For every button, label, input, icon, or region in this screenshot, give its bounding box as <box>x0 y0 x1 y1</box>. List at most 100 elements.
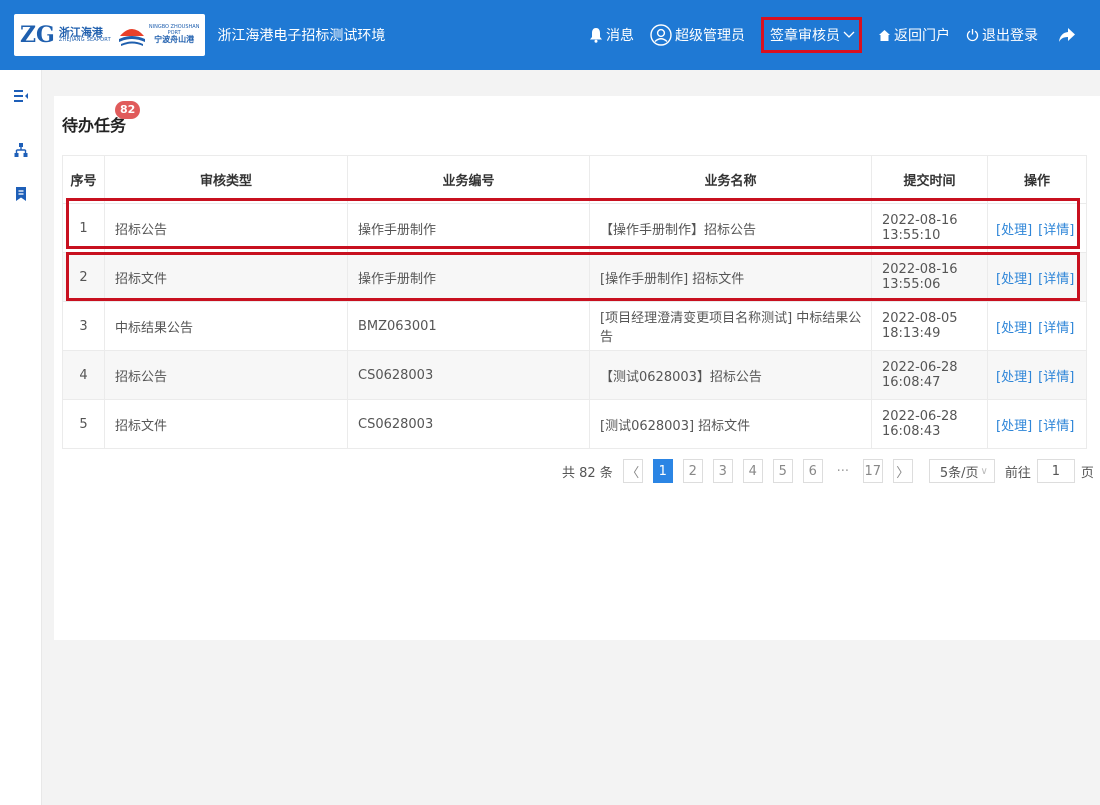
cell-actions: [处理] [详情] <box>987 350 1087 400</box>
admin-label: 超级管理员 <box>675 28 745 44</box>
menu-collapse-icon[interactable] <box>13 88 29 104</box>
page-button-6[interactable]: 6 <box>802 459 823 483</box>
cell-code: 操作手册制作 <box>347 203 590 253</box>
detail-link[interactable]: [详情] <box>1038 419 1074 434</box>
portal-link[interactable]: 返回门户 <box>878 25 950 45</box>
header-nav: 消息 超级管理员 签章审核员 返回门户 退出登录 <box>589 0 1100 70</box>
page-button-17[interactable]: 17 <box>862 459 883 483</box>
power-icon <box>966 29 979 42</box>
todo-table: 序号 审核类型 业务编号 业务名称 提交时间 操作 1 招标公告 操作手册制作 … <box>62 155 1087 449</box>
admin-link[interactable]: 超级管理员 <box>650 24 745 46</box>
table-header-row: 序号 审核类型 业务编号 业务名称 提交时间 操作 <box>62 155 1087 204</box>
cell-actions: [处理] [详情] <box>987 301 1087 351</box>
col-header-index[interactable]: 序号 <box>62 155 105 204</box>
page-size-select[interactable]: 5条/页 ∨ <box>928 459 995 483</box>
sidebar <box>0 70 42 805</box>
cell-name: [操作手册制作] 招标文件 <box>589 252 872 302</box>
page-button-3[interactable]: 3 <box>712 459 733 483</box>
portal-label: 返回门户 <box>894 28 950 44</box>
role-label: 签章审核员 <box>770 28 840 44</box>
col-header-code[interactable]: 业务编号 <box>347 155 590 204</box>
page-button-2[interactable]: 2 <box>682 459 703 483</box>
table-row: 5 招标文件 CS0628003 [测试0628003] 招标文件 2022-0… <box>62 399 1087 449</box>
logout-label: 退出登录 <box>982 28 1038 44</box>
home-icon <box>879 29 890 41</box>
ningbo-logo-icon <box>118 29 145 46</box>
cell-index: 2 <box>62 252 105 302</box>
next-page-button[interactable]: 〉 <box>892 459 913 483</box>
app-title: 浙江海港电子招标测试环境 <box>217 28 386 44</box>
page-button-4[interactable]: 4 <box>742 459 763 483</box>
detail-link[interactable]: [详情] <box>1038 370 1074 385</box>
handle-link[interactable]: [处理] <box>996 321 1032 336</box>
cell-index: 3 <box>62 301 105 351</box>
cell-code: BMZ063001 <box>347 301 590 351</box>
cell-actions: [处理] [详情] <box>987 252 1087 302</box>
chevron-down-icon: ∨ <box>980 465 988 477</box>
cell-type: 招标文件 <box>104 252 348 302</box>
cell-type: 招标公告 <box>104 203 348 253</box>
cell-index: 5 <box>62 399 105 449</box>
col-header-time[interactable]: 提交时间 <box>871 155 988 204</box>
user-circle-icon <box>650 24 672 46</box>
col-header-type[interactable]: 审核类型 <box>104 155 348 204</box>
ningbo-port-logo: NINGBO ZHOUSHAN PORT 宁波舟山港 <box>117 20 199 50</box>
page-button-5[interactable]: 5 <box>772 459 793 483</box>
page-jump: 前往 页 <box>1005 459 1094 483</box>
page-button-1[interactable]: 1 <box>652 459 673 483</box>
goto-page-input[interactable] <box>1036 459 1075 483</box>
col-header-name[interactable]: 业务名称 <box>589 155 872 204</box>
cell-time: 2022-06-28 16:08:43 <box>871 399 988 449</box>
cell-actions: [处理] [详情] <box>987 203 1087 253</box>
cell-type: 招标公告 <box>104 350 348 400</box>
role-dropdown[interactable]: 签章审核员 <box>761 17 862 53</box>
pagination-ellipsis[interactable]: ··· <box>832 459 853 483</box>
handle-link[interactable]: [处理] <box>996 419 1032 434</box>
cell-code: CS0628003 <box>347 399 590 449</box>
handle-link[interactable]: [处理] <box>996 370 1032 385</box>
cell-name: [测试0628003] 招标文件 <box>589 399 872 449</box>
zhejiang-logo-en: ZHEJIANG SEAPORT <box>58 37 111 44</box>
cell-name: [项目经理澄清变更项目名称测试] 中标结果公告 <box>589 301 872 351</box>
cell-type: 中标结果公告 <box>104 301 348 351</box>
cell-name: 【测试0628003】招标公告 <box>589 350 872 400</box>
share-icon[interactable] <box>1058 27 1076 43</box>
goto-prefix: 前往 <box>1004 465 1031 481</box>
cell-time: 2022-08-05 18:13:49 <box>871 301 988 351</box>
zhejiang-seaport-logo: ZG 浙江海港 ZHEJIANG SEAPORT <box>20 24 111 46</box>
count-badge: 82 <box>115 101 141 119</box>
zhejiang-logo-mark: ZG <box>20 22 55 48</box>
logo-area: ZG 浙江海港 ZHEJIANG SEAPORT NINGBO ZHOUSHAN… <box>0 0 385 70</box>
logo[interactable]: ZG 浙江海港 ZHEJIANG SEAPORT NINGBO ZHOUSHAN… <box>14 14 206 56</box>
cell-index: 1 <box>62 203 105 253</box>
cell-type: 招标文件 <box>104 399 348 449</box>
pagination: 共 82 条 〈 1 2 3 4 5 6 ··· 17 〉 5条/页 ∨ 前往 … <box>562 458 1094 484</box>
cell-name: 【操作手册制作】招标公告 <box>589 203 872 253</box>
org-tree-icon[interactable] <box>13 142 29 158</box>
detail-link[interactable]: [详情] <box>1038 272 1074 287</box>
cell-actions: [处理] [详情] <box>987 399 1087 449</box>
handle-link[interactable]: [处理] <box>996 272 1032 287</box>
prev-page-button[interactable]: 〈 <box>622 459 643 483</box>
messages-link[interactable]: 消息 <box>589 25 634 45</box>
table-row: 1 招标公告 操作手册制作 【操作手册制作】招标公告 2022-08-16 13… <box>62 203 1087 253</box>
logout-link[interactable]: 退出登录 <box>966 25 1038 45</box>
page-size-value: 5条/页 <box>939 465 979 481</box>
detail-link[interactable]: [详情] <box>1038 321 1074 336</box>
goto-suffix: 页 <box>1080 465 1094 481</box>
cell-time: 2022-08-16 13:55:06 <box>871 252 988 302</box>
cell-code: 操作手册制作 <box>347 252 590 302</box>
table-row: 2 招标文件 操作手册制作 [操作手册制作] 招标文件 2022-08-16 1… <box>62 252 1087 302</box>
ningbo-logo-cn: 宁波舟山港 <box>154 35 195 45</box>
bookmark-icon[interactable] <box>13 186 29 202</box>
cell-code: CS0628003 <box>347 350 590 400</box>
detail-link[interactable]: [详情] <box>1038 223 1074 238</box>
top-header: ZG 浙江海港 ZHEJIANG SEAPORT NINGBO ZHOUSHAN… <box>0 0 1100 70</box>
col-header-actions: 操作 <box>987 155 1087 204</box>
table-row: 4 招标公告 CS0628003 【测试0628003】招标公告 2022-06… <box>62 350 1087 400</box>
table-row: 3 中标结果公告 BMZ063001 [项目经理澄清变更项目名称测试] 中标结果… <box>62 301 1087 351</box>
messages-label: 消息 <box>606 28 634 44</box>
cell-index: 4 <box>62 350 105 400</box>
cell-time: 2022-06-28 16:08:47 <box>871 350 988 400</box>
handle-link[interactable]: [处理] <box>996 223 1032 238</box>
